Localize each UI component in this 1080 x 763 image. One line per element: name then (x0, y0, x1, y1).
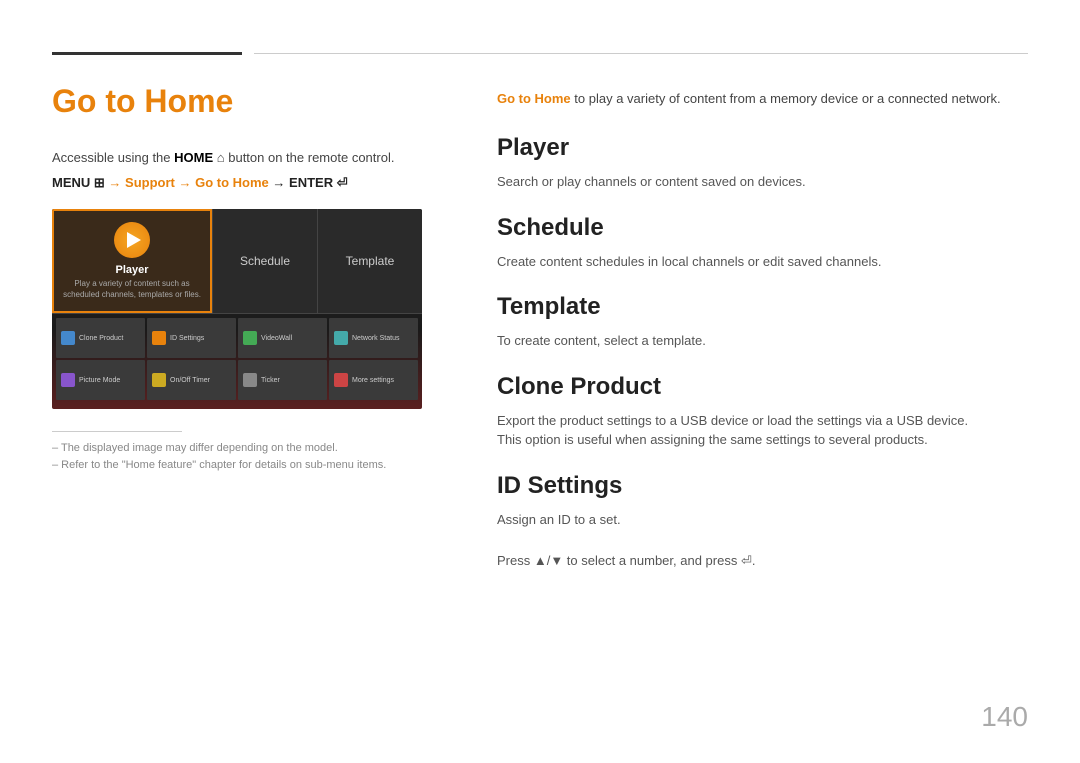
section-desc-clone: Export the product settings to a USB dev… (497, 411, 1028, 450)
mockup-top: Player Play a variety of content such as… (52, 209, 422, 314)
mockup-screenshot: Player Play a variety of content such as… (52, 209, 422, 409)
right-column: Go to Home to play a variety of content … (497, 83, 1028, 763)
mockup-player-sublabel: Play a variety of content such as schedu… (62, 279, 202, 300)
videowall-icon (243, 331, 257, 345)
play-triangle (127, 232, 141, 248)
list-item: More settings (329, 360, 418, 400)
top-rules (0, 52, 1080, 55)
more-icon (334, 373, 348, 387)
section-heading-player: Player (497, 134, 1028, 162)
list-item: Clone Product (56, 318, 145, 358)
footnote-1: – The displayed image may differ dependi… (52, 442, 437, 454)
ticker-icon (243, 373, 257, 387)
network-icon (334, 331, 348, 345)
list-item: VideoWall (238, 318, 327, 358)
list-item: On/Off Timer (147, 360, 236, 400)
rule-dark (52, 52, 242, 55)
mockup-schedule-label: Schedule (240, 254, 290, 268)
clone-icon (61, 331, 75, 345)
intro-paragraph: Go to Home to play a variety of content … (497, 91, 1028, 106)
mockup-template-label: Template (346, 254, 395, 268)
list-item: Network Status (329, 318, 418, 358)
section-desc-id-2: Press ▲/▼ to select a number, and press … (497, 551, 1028, 571)
rule-light (254, 53, 1028, 54)
mockup-bottom-grid: Clone Product ID Settings VideoWall Netw… (52, 314, 422, 404)
intro-text-rest: to play a variety of content from a memo… (574, 91, 1000, 106)
left-column: Go to Home Accessible using the HOME ⌂ b… (52, 83, 437, 763)
content-area: Go to Home Accessible using the HOME ⌂ b… (0, 83, 1080, 763)
list-item: ID Settings (147, 318, 236, 358)
id-icon (152, 331, 166, 345)
mockup-template-cell: Template (317, 209, 422, 313)
footnote-divider (52, 431, 182, 432)
mockup-player-label: Player (115, 264, 148, 276)
play-icon (114, 222, 150, 258)
section-heading-id: ID Settings (497, 472, 1028, 500)
page-container: Go to Home Accessible using the HOME ⌂ b… (0, 0, 1080, 763)
page-title: Go to Home (52, 83, 437, 120)
accessible-text: Accessible using the HOME ⌂ button on th… (52, 150, 437, 165)
menu-path: MENU ⊞ → Support → Go to Home → ENTER ⏎ (52, 175, 437, 191)
section-desc-schedule: Create content schedules in local channe… (497, 252, 1028, 272)
timer-icon (152, 373, 166, 387)
picture-icon (61, 373, 75, 387)
home-label: HOME (174, 150, 213, 165)
page-number: 140 (981, 701, 1028, 733)
mockup-schedule-cell: Schedule (212, 209, 317, 313)
footnote-2: – Refer to the "Home feature" chapter fo… (52, 459, 437, 471)
list-item: Picture Mode (56, 360, 145, 400)
intro-highlight: Go to Home (497, 91, 571, 106)
list-item: Ticker (238, 360, 327, 400)
section-heading-template: Template (497, 293, 1028, 321)
section-heading-schedule: Schedule (497, 214, 1028, 242)
mockup-player-cell: Player Play a variety of content such as… (52, 209, 212, 313)
section-desc-id-1: Assign an ID to a set. (497, 510, 1028, 530)
section-desc-template: To create content, select a template. (497, 331, 1028, 351)
section-heading-clone: Clone Product (497, 373, 1028, 401)
section-desc-player: Search or play channels or content saved… (497, 172, 1028, 192)
